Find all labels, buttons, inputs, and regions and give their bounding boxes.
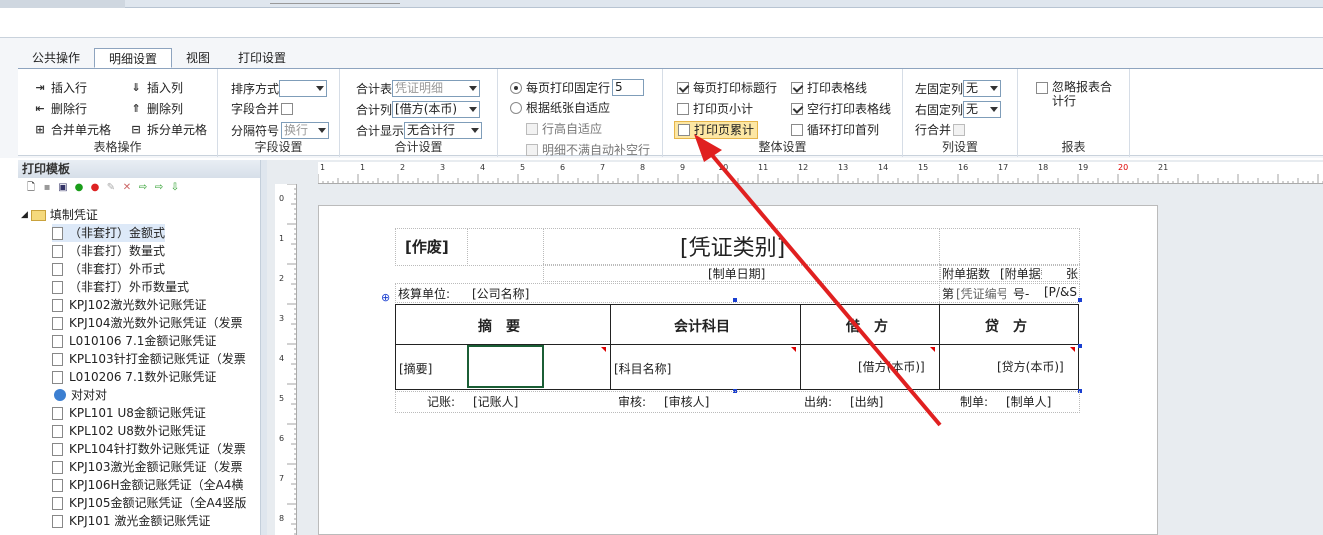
- arrow-line: [704, 146, 942, 427]
- arrow-head: [694, 134, 722, 162]
- annotation-arrow: [694, 134, 942, 427]
